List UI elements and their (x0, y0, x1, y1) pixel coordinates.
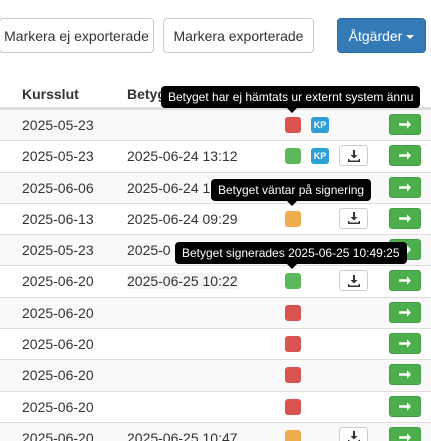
arrow-right-icon (399, 339, 411, 348)
open-grade-button[interactable] (389, 114, 421, 135)
column-header-course-end[interactable]: Kursslut (22, 86, 79, 102)
table-row: 2025-06-20 (0, 359, 431, 391)
download-button[interactable] (339, 145, 368, 167)
course-end-cell: 2025-05-23 (22, 242, 94, 259)
table-row: 2025-06-20 (0, 296, 431, 329)
tooltip-awaiting-signing-text: Betyget väntar på signering (218, 183, 365, 197)
arrow-right-icon (399, 307, 411, 317)
grade-status-indicator[interactable] (285, 304, 301, 321)
table-row: 2025-05-23 2025-06-24 13:12 KP (0, 140, 431, 171)
course-end-cell: 2025-06-13 (22, 210, 94, 227)
tooltip-signed: Betyget signerades 2025-06-25 10:49:25 (175, 242, 407, 269)
grade-date-cell: 2025-06-24 1 (127, 179, 211, 196)
grade-status-indicator[interactable] (285, 429, 301, 441)
kp-badge[interactable]: KP (311, 117, 329, 133)
arrow-right-icon (399, 120, 411, 129)
grade-status-indicator[interactable] (285, 117, 301, 133)
grade-status-indicator[interactable] (285, 210, 301, 227)
mark-exported-label: Markera exporterade (173, 27, 304, 44)
arrow-right-icon (399, 151, 411, 161)
table-row: 2025-06-20 (0, 328, 431, 359)
course-end-cell: 2025-06-20 (22, 429, 94, 441)
arrow-right-icon (399, 401, 411, 411)
download-button[interactable] (339, 207, 368, 229)
tooltip-awaiting-signing: Betyget väntar på signering (211, 179, 372, 206)
grade-date-cell: 2025-06-24 09:29 (127, 210, 238, 227)
tooltip-arrow (287, 264, 297, 269)
course-end-cell: 2025-06-20 (22, 273, 94, 290)
download-button[interactable] (339, 270, 368, 292)
download-button[interactable] (339, 426, 368, 441)
open-grade-button[interactable] (389, 145, 421, 167)
arrow-right-icon (399, 182, 411, 192)
tooltip-not-fetched-text: Betyget har ej hämtats ur externt system… (168, 90, 414, 104)
download-icon (347, 431, 360, 441)
grade-date-cell: 2025-06-25 10:47 (127, 429, 238, 441)
grade-status-indicator[interactable] (285, 336, 301, 353)
open-grade-button[interactable] (389, 207, 421, 229)
open-grade-button[interactable] (389, 301, 421, 323)
course-end-cell: 2025-05-23 (22, 117, 94, 133)
course-end-cell: 2025-06-06 (22, 179, 94, 196)
course-end-cell: 2025-06-20 (22, 304, 94, 321)
grade-status-indicator[interactable] (285, 148, 301, 165)
mark-exported-button[interactable]: Markera exporterade (163, 18, 314, 53)
actions-label: Åtgärder (348, 27, 403, 44)
table-row: 2025-06-20 2025-06-25 10:22 (0, 265, 431, 296)
mark-not-exported-button[interactable]: Markera ej exporterade (0, 18, 154, 53)
download-icon (347, 212, 360, 225)
tooltip-arrow (287, 201, 297, 206)
arrow-right-icon (399, 433, 411, 441)
download-icon (347, 149, 360, 162)
course-end-cell: 2025-06-20 (22, 398, 94, 415)
arrow-right-icon (399, 214, 411, 223)
tooltip-signed-text: Betyget signerades 2025-06-25 10:49:25 (182, 246, 400, 260)
course-end-cell: 2025-06-20 (22, 336, 94, 353)
download-icon (347, 274, 360, 287)
arrow-right-icon (399, 370, 411, 380)
open-grade-button[interactable] (389, 270, 421, 292)
grade-status-indicator[interactable] (285, 367, 301, 384)
open-grade-button[interactable] (389, 333, 421, 355)
open-grade-button[interactable] (389, 364, 421, 386)
course-end-cell: 2025-05-23 (22, 148, 94, 165)
grade-date-cell: 2025-06-24 13:12 (127, 148, 238, 165)
table-row: 2025-06-20 (0, 390, 431, 422)
grade-status-indicator[interactable] (285, 398, 301, 415)
toolbar: Markera ej exporterade Markera exportera… (0, 0, 431, 66)
grade-date-cell: 2025-0 (127, 242, 171, 259)
mark-not-exported-label: Markera ej exporterade (4, 27, 149, 44)
open-grade-button[interactable] (389, 176, 421, 198)
table-row: 2025-06-20 2025-06-25 10:47 (0, 421, 431, 441)
table-body: 2025-05-23 KP 2025-05-23 2025-06-24 13:12 KP… (0, 109, 431, 441)
arrow-right-icon (399, 276, 411, 286)
table-row: 2025-06-13 2025-06-24 09:29 (0, 202, 431, 234)
open-grade-button[interactable] (389, 426, 421, 441)
course-end-cell: 2025-06-20 (22, 367, 94, 384)
open-grade-button[interactable] (389, 395, 421, 417)
tooltip-not-fetched: Betyget har ej hämtats ur externt system… (161, 86, 421, 113)
tooltip-arrow (287, 108, 297, 113)
grade-date-cell: 2025-06-25 10:22 (127, 273, 238, 290)
table-row: 2025-05-23 KP (0, 109, 431, 141)
kp-badge[interactable]: KP (311, 148, 329, 165)
actions-dropdown-button[interactable]: Åtgärder (337, 18, 426, 53)
caret-down-icon (406, 34, 415, 39)
grade-status-indicator[interactable] (285, 273, 301, 290)
